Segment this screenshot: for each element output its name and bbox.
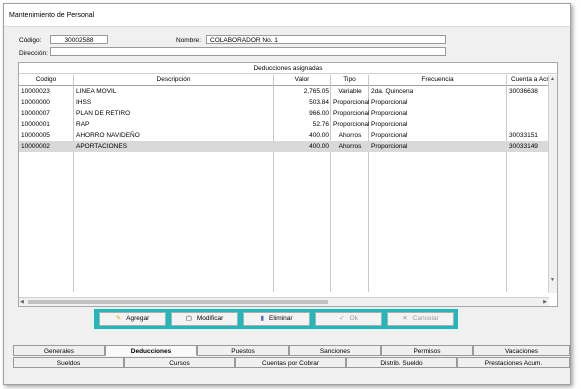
deducciones-group: Deducciones asignadas Codigo Descripción… [18, 62, 558, 307]
column-header-valor[interactable]: Valor [274, 75, 331, 85]
cell-codigo: 10000023 [21, 88, 50, 95]
table-header: Codigo Descripción Valor Tipo Frecuencia… [19, 75, 549, 86]
cell-tipo: Variable [338, 88, 362, 95]
cell-cuenta [507, 108, 549, 119]
tab-sanciones[interactable]: Sanciones [289, 345, 381, 356]
scroll-left-icon[interactable]: ◀ [20, 299, 24, 305]
table-row[interactable]: 10000002 APORTACIONES 400.00 Ahorros Proporc… [19, 141, 549, 152]
direccion-label: Dirección: [19, 50, 48, 57]
tab-row-1: Generales Deducciones Puestos Sanciones … [13, 345, 570, 356]
cell-descripcion: IHSS [76, 99, 92, 106]
cell-cuenta: 30036638 [509, 88, 538, 95]
modificar-button[interactable]: ▢ Modificar [171, 312, 238, 326]
table-row[interactable]: 10000001 RAP 52.76 Proporcional Proporcional [19, 119, 549, 130]
table-row[interactable]: 10000007 PLAN DE RETIRO 966.00 Proporcional… [19, 108, 549, 119]
pencil-icon: ✎ [115, 315, 122, 322]
action-bar: ✎ Agregar ▢ Modificar ▮ Eliminar ✓ Ok ✕ Cance… [94, 309, 458, 329]
cell-frecuencia: 2da. Quincena [371, 88, 414, 95]
scroll-right-icon[interactable]: ▶ [543, 299, 547, 305]
eliminar-button[interactable]: ▮ Eliminar [243, 312, 310, 326]
table-row[interactable]: 10000000 IHSS 503.84 Proporcional Proporcion… [19, 97, 549, 108]
horizontal-scrollbar[interactable]: ◀ ▶ [19, 297, 549, 306]
tab-permisos[interactable]: Permisos [381, 345, 473, 356]
close-icon: ✕ [402, 315, 408, 322]
cell-codigo: 10000007 [21, 110, 50, 117]
eliminar-label: Eliminar [269, 315, 293, 322]
cell-frecuencia: Proporcional [371, 110, 408, 117]
tab-generales[interactable]: Generales [13, 345, 105, 356]
scroll-up-icon[interactable]: ▲ [550, 76, 555, 82]
cancelar-button[interactable]: ✕ Cancelar [387, 312, 454, 326]
cell-tipo: Ahorros [338, 132, 362, 139]
cell-tipo: Proporcional [333, 121, 369, 128]
table-row[interactable]: 10000023 LINEA MOVIL 2,765.05 Variable 2da. … [19, 86, 549, 97]
cell-tipo: Proporcional [333, 99, 369, 106]
cell-codigo: 10000001 [21, 121, 50, 128]
nombre-field[interactable]: COLABORADOR No. 1 [206, 35, 446, 44]
nombre-label: Nombre: [176, 37, 201, 44]
window-title: Mantenimiento de Personal [9, 12, 95, 19]
scroll-down-icon[interactable]: ▼ [550, 277, 555, 283]
tab-sueldos[interactable]: Sueldos [13, 357, 124, 368]
ok-label: Ok [349, 315, 358, 322]
agregar-label: Agregar [126, 315, 150, 322]
modificar-label: Modificar [196, 315, 224, 322]
cancelar-label: Cancelar [412, 315, 439, 322]
vertical-scrollbar[interactable]: ▲ ▼ [548, 75, 557, 293]
column-header-codigo[interactable]: Codigo [19, 75, 74, 85]
deducciones-title: Deducciones asignadas [19, 64, 557, 74]
cell-cuenta [507, 119, 549, 130]
personnel-window: Mantenimiento de Personal Código: 300025… [3, 3, 571, 385]
tab-prestaciones-acum[interactable]: Prestaciones Acum. [457, 357, 570, 368]
tab-cursos[interactable]: Cursos [124, 357, 235, 368]
column-header-tipo[interactable]: Tipo [331, 75, 369, 85]
cell-descripcion: RAP [76, 121, 90, 128]
column-header-cuenta[interactable]: Cuenta a Acredit [507, 75, 549, 85]
edit-icon: ▢ [185, 315, 192, 322]
agregar-button[interactable]: ✎ Agregar [99, 312, 166, 326]
cell-valor: 503.84 [309, 99, 329, 106]
cell-tipo: Proporcional [333, 110, 369, 117]
table-row[interactable]: 10000005 AHORRO NAVIDEÑO 400.00 Ahorros Prop… [19, 130, 549, 141]
cell-frecuencia: Proporcional [371, 99, 408, 106]
cell-codigo: 10000000 [21, 99, 50, 106]
tab-distrib-sueldo[interactable]: Distrib. Sueldo [346, 357, 457, 368]
check-icon: ✓ [339, 315, 345, 322]
cell-frecuencia: Proporcional [371, 143, 408, 150]
column-header-frecuencia[interactable]: Frecuencia [369, 75, 507, 85]
trash-icon: ▮ [260, 315, 265, 322]
cell-cuenta: 30033151 [509, 132, 538, 139]
cell-codigo: 10000005 [21, 132, 50, 139]
cell-tipo: Ahorros [338, 143, 362, 150]
title-bar: Mantenimiento de Personal [4, 4, 570, 27]
cell-valor: 400.00 [309, 143, 329, 150]
tab-deducciones[interactable]: Deducciones [105, 345, 197, 356]
cell-descripcion: APORTACIONES [76, 143, 128, 150]
ok-button[interactable]: ✓ Ok [315, 312, 382, 326]
cell-cuenta: 30033149 [509, 143, 538, 150]
tab-row-2: Sueldos Cursos Cuentas por Cobrar Distri… [13, 357, 570, 368]
cell-frecuencia: Proporcional [371, 132, 408, 139]
cell-cuenta [507, 97, 549, 108]
scroll-thumb[interactable] [28, 300, 328, 304]
codigo-field[interactable]: 30002588 [50, 35, 108, 44]
cell-valor: 52.76 [312, 121, 329, 128]
tab-cuentas-por-cobrar[interactable]: Cuentas por Cobrar [235, 357, 346, 368]
cell-valor: 2,765.05 [303, 88, 329, 95]
codigo-label: Código: [19, 37, 42, 44]
cell-frecuencia: Proporcional [371, 121, 408, 128]
cell-codigo: 10000002 [21, 143, 50, 150]
deducciones-rows: 10000023 LINEA MOVIL 2,765.05 Variable 2da. … [19, 86, 549, 286]
cell-valor: 966.00 [309, 110, 329, 117]
cell-descripcion: AHORRO NAVIDEÑO [76, 132, 140, 139]
tab-vacaciones[interactable]: Vacaciones [473, 345, 570, 356]
cell-descripcion: PLAN DE RETIRO [76, 110, 131, 117]
column-header-descripcion[interactable]: Descripción [74, 75, 274, 85]
direccion-field[interactable] [50, 47, 446, 56]
cell-descripcion: LINEA MOVIL [76, 88, 117, 95]
cell-valor: 400.00 [309, 132, 329, 139]
tab-puestos[interactable]: Puestos [197, 345, 289, 356]
